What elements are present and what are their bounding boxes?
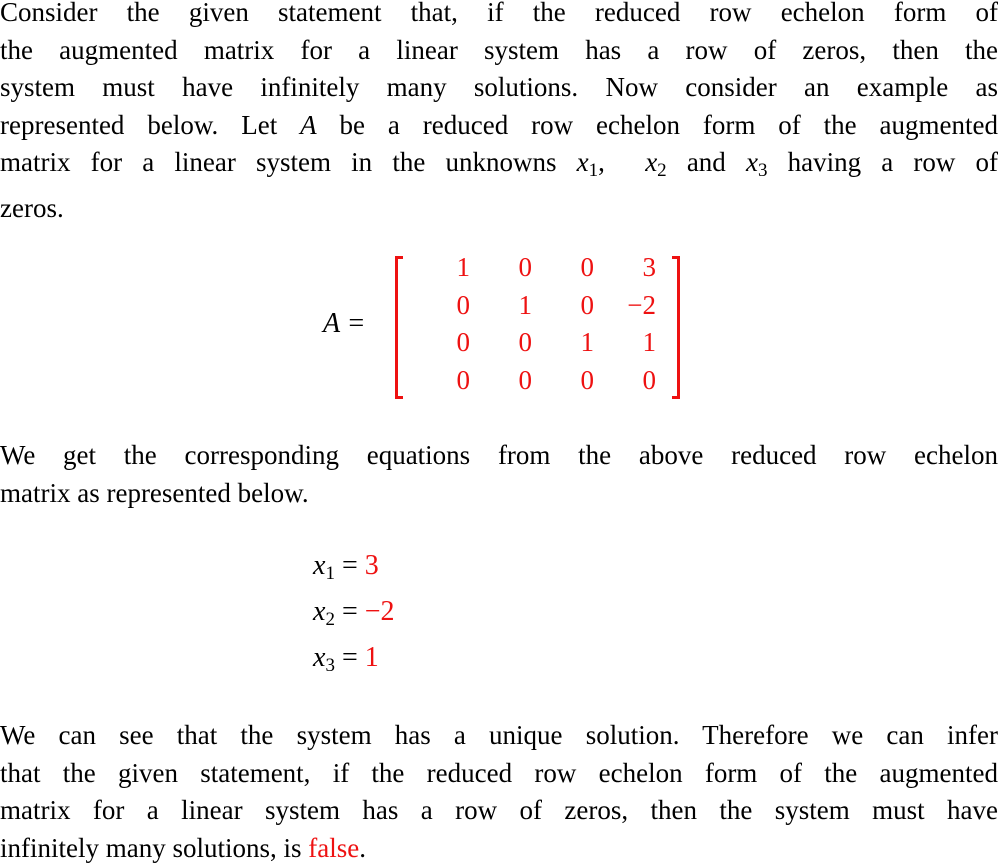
matrix-cell: 1 xyxy=(542,327,604,365)
matrix-cell: 0 xyxy=(480,252,542,290)
matrix-grid: 1003010−200110000 xyxy=(418,252,666,402)
matrix-cell: −2 xyxy=(604,290,666,328)
matrix-cell: 0 xyxy=(418,290,480,328)
variable-x1: x1 xyxy=(577,147,598,177)
text-line: We get the corresponding equations from … xyxy=(0,437,998,475)
matrix-cell: 0 xyxy=(480,365,542,403)
variable-x2: x2 xyxy=(645,147,666,177)
text-line: Consider the given statement that, if th… xyxy=(0,0,998,32)
matrix-symbol: A xyxy=(300,110,317,140)
text-line: infinitely many solutions, is false. xyxy=(0,830,998,867)
text-line: matrix for a linear system has a row of … xyxy=(0,792,998,830)
matrix-cell: 0 xyxy=(480,327,542,365)
equation: x3 = 1 xyxy=(313,642,395,688)
equation-value: 1 xyxy=(365,642,379,673)
equation-value: −2 xyxy=(365,596,395,627)
matrix-cell: 0 xyxy=(542,290,604,328)
matrix-cell: 0 xyxy=(604,365,666,403)
text-line: represented below. Let A be a reduced ro… xyxy=(0,107,998,145)
matrix-cell: 0 xyxy=(418,327,480,365)
equals-sign: = xyxy=(335,642,365,673)
explanation-paragraph: We get the corresponding equations from … xyxy=(0,437,998,512)
equation-value: 3 xyxy=(365,550,379,581)
text-line: matrix for a linear system in the unknow… xyxy=(0,144,998,190)
text-line: We can see that the system has a unique … xyxy=(0,717,998,755)
text-line: the augmented matrix for a linear system… xyxy=(0,32,998,70)
left-bracket xyxy=(395,256,403,399)
text-line: zeros. xyxy=(0,190,998,228)
text-line: system must have infinitely many solutio… xyxy=(0,69,998,107)
equation-variable: x2 xyxy=(313,596,335,627)
right-bracket xyxy=(672,256,680,399)
conclusion-answer: false xyxy=(308,833,359,863)
text-line: that the given statement, if the reduced… xyxy=(0,755,998,793)
variable-x3: x3 xyxy=(746,147,767,177)
intro-paragraph: Consider the given statement that, if th… xyxy=(0,0,998,227)
equation-variable: x1 xyxy=(313,550,335,581)
equals-sign: = xyxy=(335,550,365,581)
text-line: matrix as represented below. xyxy=(0,475,998,513)
equation: x2 = −2 xyxy=(313,596,395,642)
matrix-cell: 0 xyxy=(542,252,604,290)
matrix-label: A = xyxy=(323,308,366,340)
matrix-cell: 0 xyxy=(542,365,604,403)
conclusion-paragraph: We can see that the system has a unique … xyxy=(0,717,998,867)
matrix-cell: 1 xyxy=(418,252,480,290)
matrix-cell: 0 xyxy=(418,365,480,403)
matrix-cell: 1 xyxy=(604,327,666,365)
equations-block: x1 = 3x2 = −2x3 = 1 xyxy=(313,550,395,688)
equals-sign: = xyxy=(335,596,365,627)
matrix-cell: 3 xyxy=(604,252,666,290)
equation-variable: x3 xyxy=(313,642,335,673)
equation: x1 = 3 xyxy=(313,550,395,596)
matrix-cell: 1 xyxy=(480,290,542,328)
